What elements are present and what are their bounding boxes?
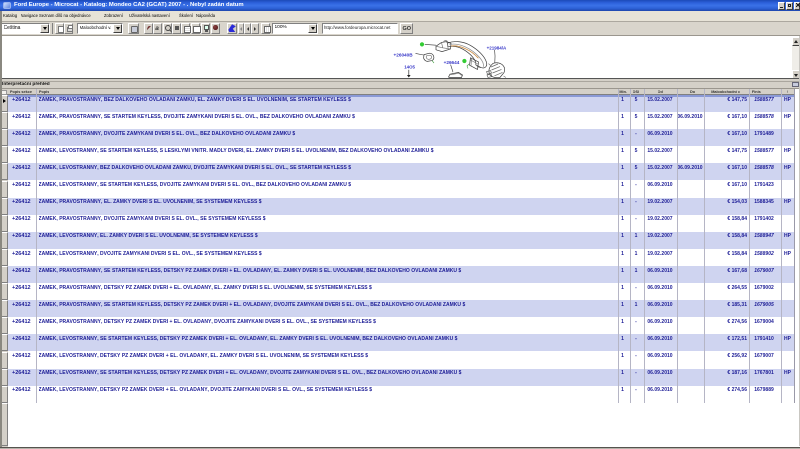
svg-text:+26644: +26644 [444,60,460,65]
svg-text:+26040B: +26040B [394,53,414,58]
svg-text:14O5: 14O5 [404,65,415,70]
svg-text:+21984/A: +21984/A [487,45,507,50]
